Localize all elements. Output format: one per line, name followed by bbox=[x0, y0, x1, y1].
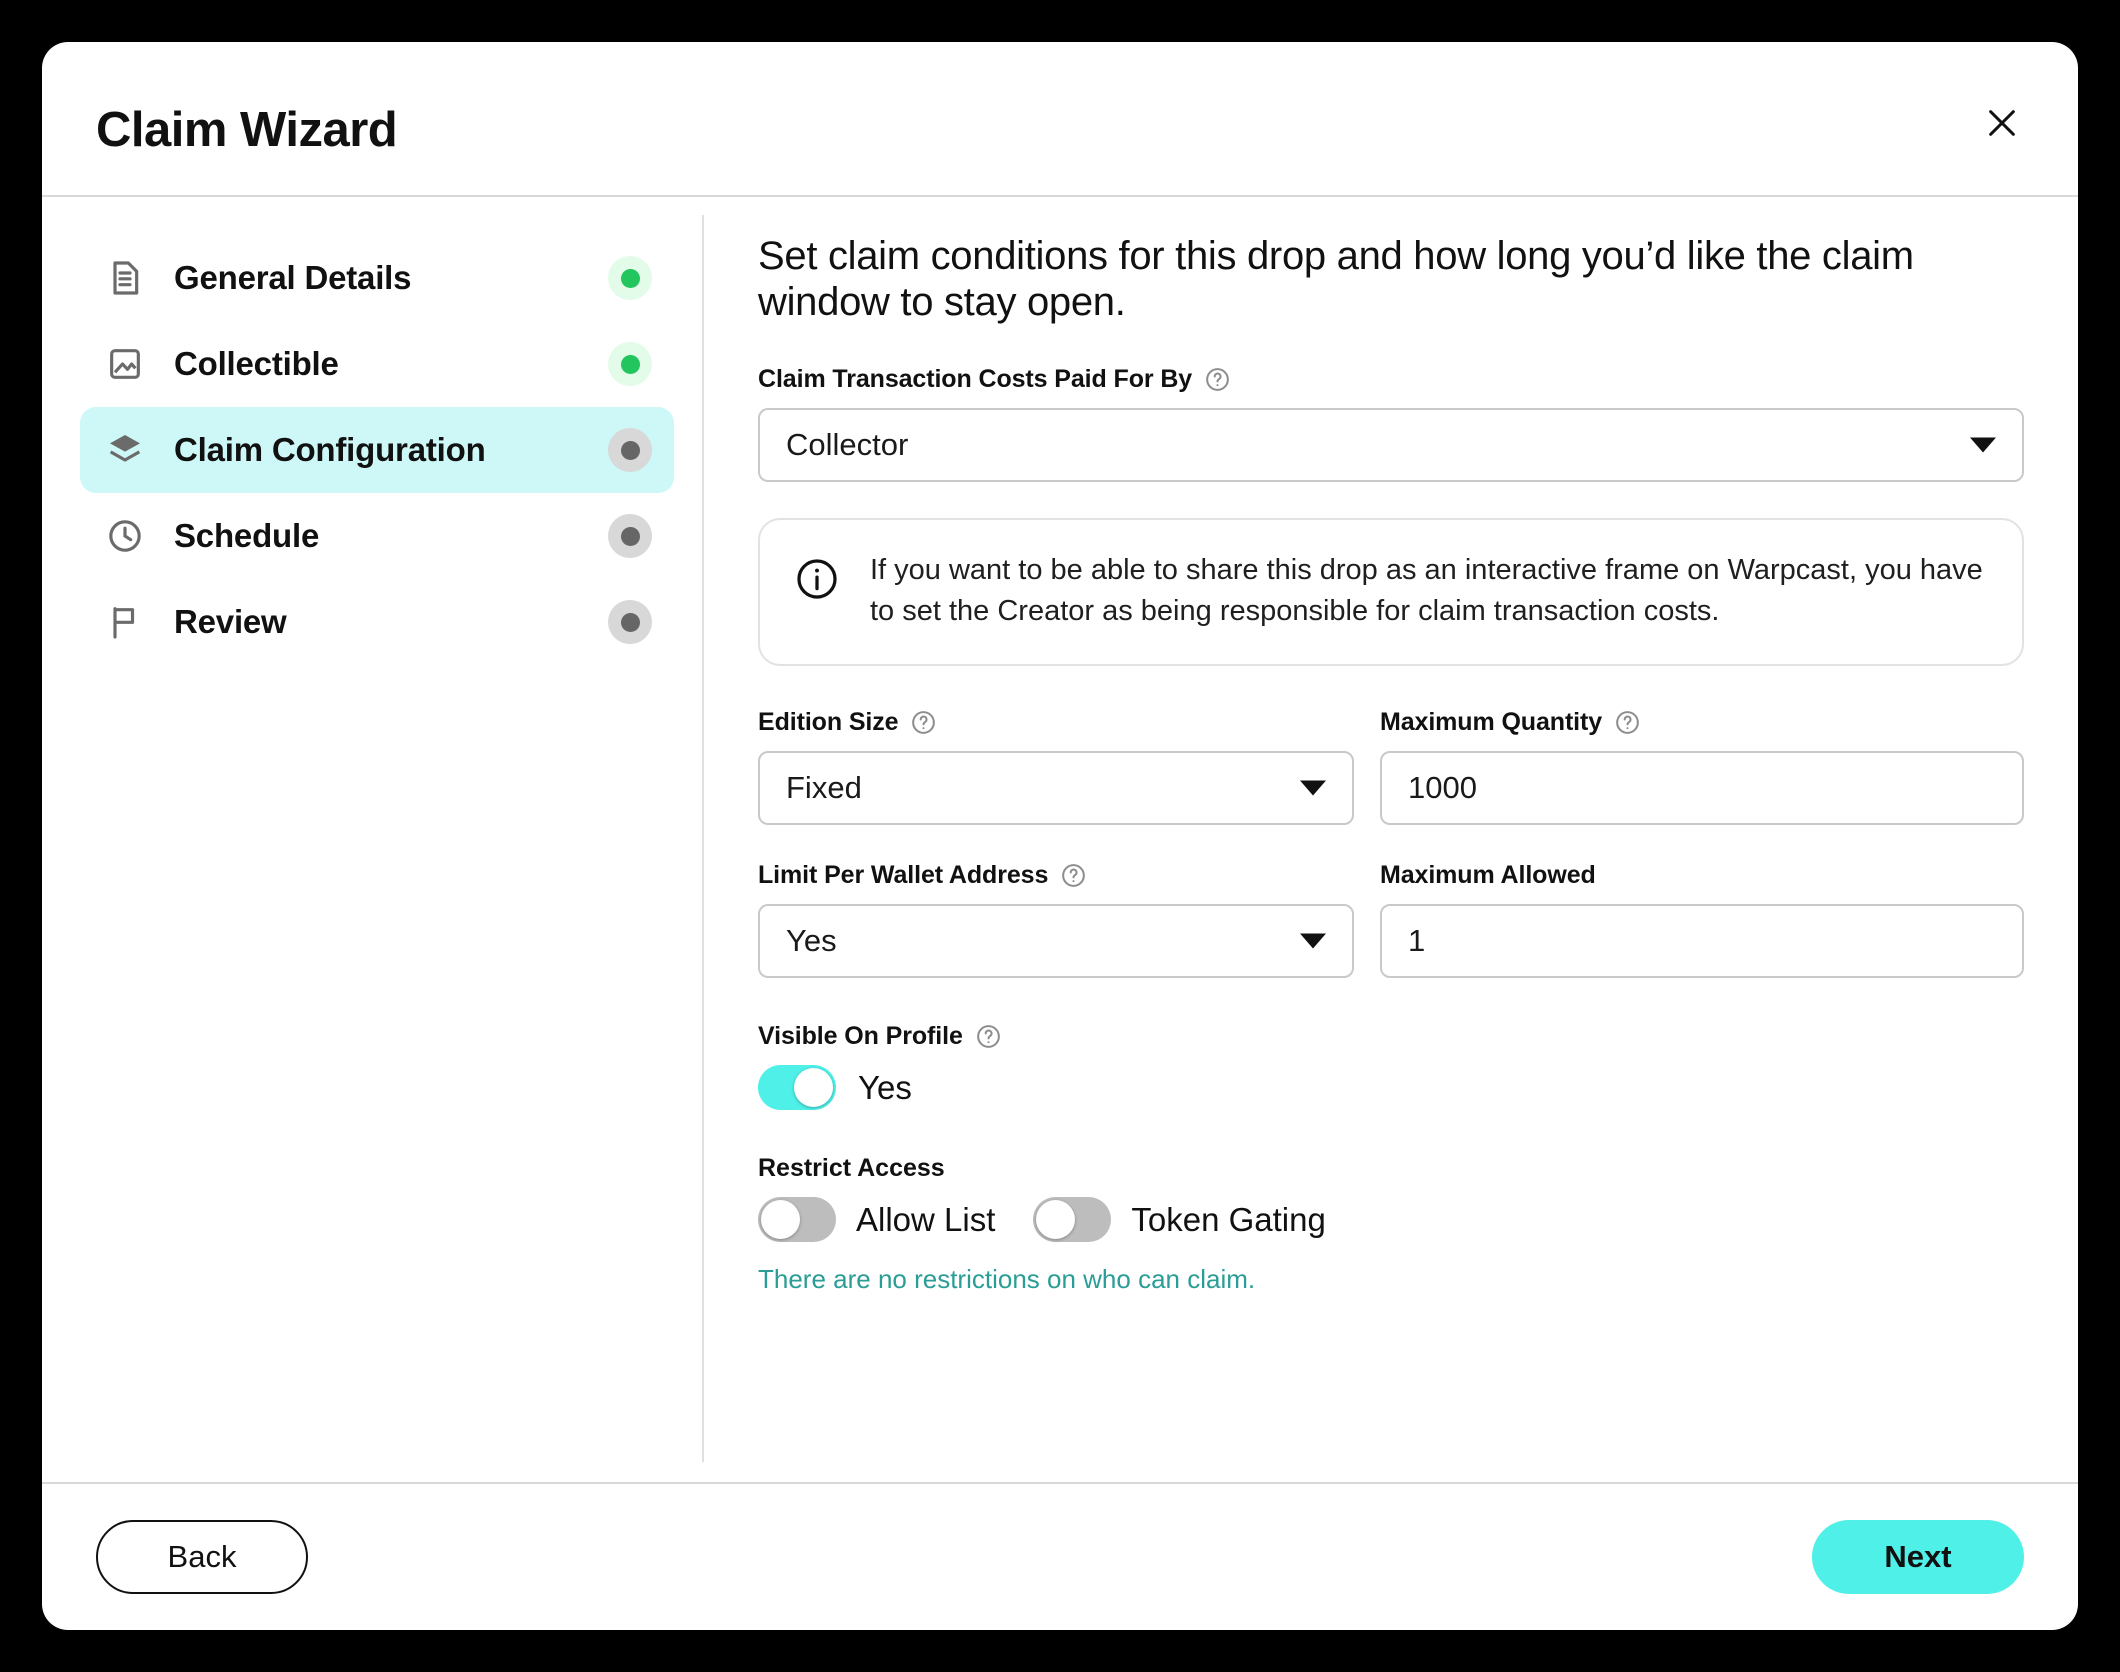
clock-icon bbox=[102, 513, 148, 559]
status-badge bbox=[608, 256, 652, 300]
sidebar-item-label: Review bbox=[174, 603, 287, 640]
status-badge bbox=[608, 428, 652, 472]
claim-configuration-panel: Set claim conditions for this drop and h… bbox=[702, 197, 2078, 1482]
modal-footer: Back Next bbox=[42, 1482, 2078, 1630]
modal-body: General Details Collectible Claim Config… bbox=[42, 197, 2078, 1482]
layers-icon bbox=[102, 427, 148, 473]
page-title: Claim Wizard bbox=[96, 103, 398, 157]
allow-list-label: Allow List bbox=[856, 1200, 996, 1238]
help-circle-icon[interactable] bbox=[1060, 862, 1087, 889]
restrict-access-label: Restrict Access bbox=[758, 1154, 945, 1183]
paid-by-label: Claim Transaction Costs Paid For By bbox=[758, 365, 2024, 394]
visible-on-profile-label: Visible On Profile bbox=[758, 1022, 2024, 1051]
visible-on-profile-toggle[interactable] bbox=[758, 1065, 836, 1111]
sidebar-item-label: Claim Configuration bbox=[174, 431, 486, 468]
help-circle-icon[interactable] bbox=[975, 1023, 1002, 1050]
maximum-allowed-label: Maximum Allowed bbox=[1380, 861, 2024, 890]
sidebar-item-claim-configuration[interactable]: Claim Configuration bbox=[80, 407, 674, 493]
info-text: If you want to be able to share this dro… bbox=[870, 554, 1983, 628]
paid-by-value: Collector bbox=[786, 427, 909, 462]
visible-on-profile-row: Yes bbox=[758, 1065, 2024, 1111]
status-badge bbox=[608, 600, 652, 644]
edition-size-field: Edition Size Fixed bbox=[758, 708, 1354, 826]
visible-on-profile-label-text: Visible On Profile bbox=[758, 1022, 963, 1051]
edition-size-value: Fixed bbox=[786, 770, 862, 806]
sidebar-item-general-details[interactable]: General Details bbox=[80, 235, 674, 321]
paid-by-field: Claim Transaction Costs Paid For By Coll… bbox=[758, 365, 2024, 482]
status-badge bbox=[608, 342, 652, 386]
next-button[interactable]: Next bbox=[1812, 1520, 2024, 1594]
modal-header: Claim Wizard bbox=[42, 42, 2078, 197]
maximum-quantity-input[interactable] bbox=[1380, 751, 2024, 826]
limit-row: Limit Per Wallet Address Yes Maximum All… bbox=[758, 861, 2024, 979]
chevron-down-icon bbox=[1300, 780, 1326, 796]
sidebar-item-label: General Details bbox=[174, 259, 412, 296]
sidebar-item-label: Schedule bbox=[174, 517, 320, 554]
maximum-quantity-label-text: Maximum Quantity bbox=[1380, 708, 1603, 737]
sidebar-item-collectible[interactable]: Collectible bbox=[80, 321, 674, 407]
maximum-allowed-field: Maximum Allowed bbox=[1380, 861, 2024, 979]
close-icon bbox=[1985, 106, 2019, 143]
maximum-quantity-label: Maximum Quantity bbox=[1380, 708, 2024, 737]
allow-list-toggle[interactable] bbox=[758, 1197, 836, 1243]
info-circle-icon bbox=[794, 556, 840, 602]
visible-on-profile-value: Yes bbox=[858, 1068, 912, 1106]
maximum-quantity-field: Maximum Quantity bbox=[1380, 708, 2024, 826]
status-badge bbox=[608, 514, 652, 558]
token-gating-label: Token Gating bbox=[1131, 1200, 1326, 1238]
restrict-access-field: Restrict Access Allow List Token Gating … bbox=[758, 1154, 2024, 1295]
paid-by-label-text: Claim Transaction Costs Paid For By bbox=[758, 365, 1193, 393]
warpcast-info-box: If you want to be able to share this dro… bbox=[758, 518, 2024, 667]
paid-by-select[interactable]: Collector bbox=[758, 408, 2024, 482]
limit-per-wallet-select[interactable]: Yes bbox=[758, 904, 1354, 979]
edition-row: Edition Size Fixed Maximum Quantity 1000 bbox=[758, 708, 2024, 826]
wizard-steps-sidebar: General Details Collectible Claim Config… bbox=[42, 197, 702, 1482]
help-circle-icon[interactable] bbox=[910, 709, 937, 736]
token-gating-toggle[interactable] bbox=[1033, 1197, 1112, 1243]
image-icon bbox=[102, 341, 148, 387]
limit-per-wallet-value: Yes bbox=[786, 923, 837, 959]
limit-per-wallet-label: Limit Per Wallet Address bbox=[758, 861, 1354, 890]
visible-on-profile-field: Visible On Profile Yes bbox=[758, 1022, 2024, 1111]
chevron-down-icon bbox=[1970, 437, 1996, 453]
restriction-note: There are no restrictions on who can cla… bbox=[758, 1264, 1256, 1295]
vertical-divider bbox=[702, 215, 704, 1462]
restrict-access-row: Allow List Token Gating bbox=[758, 1197, 2024, 1243]
help-circle-icon[interactable] bbox=[1204, 366, 1231, 393]
help-circle-icon[interactable] bbox=[1614, 709, 1641, 736]
maximum-allowed-input[interactable] bbox=[1380, 904, 2024, 979]
section-heading: Set claim conditions for this drop and h… bbox=[758, 234, 1914, 324]
sidebar-item-schedule[interactable]: Schedule bbox=[80, 493, 674, 579]
maximum-allowed-label-text: Maximum Allowed bbox=[1380, 861, 1596, 890]
limit-per-wallet-field: Limit Per Wallet Address Yes bbox=[758, 861, 1354, 979]
claim-wizard-modal: Claim Wizard General Details Collectible… bbox=[42, 42, 2078, 1630]
flag-icon bbox=[102, 599, 148, 645]
sidebar-item-review[interactable]: Review bbox=[80, 579, 674, 665]
limit-per-wallet-label-text: Limit Per Wallet Address bbox=[758, 861, 1049, 890]
document-icon bbox=[102, 255, 148, 301]
edition-size-label: Edition Size bbox=[758, 708, 1354, 737]
edition-size-label-text: Edition Size bbox=[758, 708, 899, 737]
edition-size-select[interactable]: Fixed bbox=[758, 751, 1354, 826]
close-button[interactable] bbox=[1974, 96, 2030, 152]
chevron-down-icon bbox=[1300, 933, 1326, 949]
sidebar-item-label: Collectible bbox=[174, 345, 339, 382]
back-button[interactable]: Back bbox=[96, 1520, 308, 1594]
